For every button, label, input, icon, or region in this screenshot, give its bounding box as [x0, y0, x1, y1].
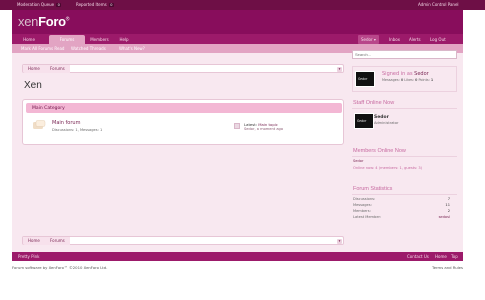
reported-items-link[interactable]: Reported Items 0 — [76, 2, 114, 7]
home-link[interactable]: Home — [435, 254, 447, 259]
logo-tm: ® — [65, 16, 70, 23]
avatar-text: Sedor — [358, 77, 368, 81]
admin-control-panel-link[interactable]: Admin Control Panel — [418, 2, 459, 7]
discussions-count: 1 — [75, 128, 78, 132]
breadcrumb-bottom: Home Forums ▾ — [22, 236, 344, 245]
logo-part2: Foro — [38, 14, 66, 29]
staff-avatar-text: Sedor — [357, 119, 367, 123]
search-input[interactable] — [352, 50, 457, 59]
chevron-down-icon: ▾ — [373, 37, 376, 42]
reported-items-label: Reported Items — [76, 2, 107, 7]
latest-time: a moment ago — [256, 127, 284, 131]
messages-label: Messages: — [79, 128, 99, 132]
logo-part1: xen — [18, 14, 39, 29]
moderation-queue-link[interactable]: Moderation Queue 0 — [17, 2, 62, 7]
signed-in-prefix: Signed in as — [382, 71, 413, 77]
breadcrumb-forums[interactable]: Forums — [45, 65, 70, 73]
reported-count-badge: 0 — [108, 3, 114, 7]
navbar: Home Forums Members Help Sedor ▾ Inbox A… — [12, 34, 463, 44]
user-points-label: Points: — [418, 78, 430, 82]
staff-avatar[interactable]: Sedor — [354, 113, 374, 129]
jump-menu-icon[interactable]: ▾ — [337, 238, 342, 244]
online-summary: Online now: 4 (members: 1, guests: 3) — [353, 166, 423, 170]
stat-value: 2 — [447, 209, 450, 213]
divider — [352, 108, 457, 109]
footer-bar: Pretty Pink Contact Us Home Top — [12, 252, 463, 261]
page-title: Xen — [24, 80, 42, 91]
signed-in-user-link[interactable]: Sedor — [414, 71, 429, 77]
avatar[interactable]: Sedor — [355, 71, 375, 87]
stat-label: Members: — [353, 209, 371, 213]
logo[interactable]: xenForo® — [18, 14, 69, 29]
members-online-title: Members Online Now — [353, 148, 406, 154]
stat-value: 7 — [447, 197, 450, 201]
divider — [352, 194, 457, 195]
breadcrumb-home[interactable]: Home — [23, 65, 45, 73]
tab-help[interactable]: Help — [114, 35, 134, 44]
tab-members[interactable]: Members — [85, 35, 114, 44]
moderation-queue-label: Moderation Queue — [17, 2, 55, 7]
category-header[interactable]: Main Category — [26, 103, 342, 113]
watched-threads-link[interactable]: Watched Threads — [71, 46, 106, 51]
forum-statistics-title: Forum Statistics — [353, 186, 393, 192]
tab-home[interactable]: Home — [16, 35, 42, 44]
signed-in-panel: Sedor Signed in as Sedor Messages: 0 Lik… — [352, 66, 457, 92]
breadcrumb: Home Forums ▾ — [22, 64, 344, 73]
breadcrumb-forums[interactable]: Forums — [45, 237, 70, 245]
divider — [352, 156, 457, 157]
header: xenForo® — [12, 10, 463, 34]
nav-user-name: Sedor — [361, 37, 373, 42]
nav-logout[interactable]: Log Out — [430, 35, 446, 44]
stat-label: Messages: — [353, 203, 372, 207]
top-link[interactable]: Top — [451, 254, 458, 259]
staff-role: Administrator — [374, 121, 399, 125]
style-chooser-link[interactable]: Pretty Pink — [18, 254, 39, 259]
latest-meta: Sedor, a moment ago — [244, 127, 284, 131]
copyright-footer: Forum software by XenForo™ ©2010 XenForo… — [12, 262, 463, 272]
admin-bar: Moderation Queue 0 Reported Items 0 Admin … — [0, 0, 485, 10]
staff-online-title: Staff Online Now — [353, 100, 395, 106]
signed-in-stats: Messages: 0 Likes: 0 Points: 1 — [382, 78, 433, 82]
stat-label: Discussions: — [353, 197, 376, 201]
online-member-link[interactable]: Sedor — [353, 159, 363, 163]
forum-title-link[interactable]: Main forum — [52, 120, 80, 126]
node-list: Main Category Main forum Discussions: 1,… — [22, 99, 344, 145]
staff-name-link[interactable]: Sedor — [374, 115, 389, 120]
forum-read-icon — [33, 120, 46, 129]
nav-user-menu[interactable]: Sedor ▾ — [358, 35, 379, 44]
forum-row: Main forum Discussions: 1, Messages: 1 L… — [26, 115, 342, 141]
user-points-count: 1 — [430, 78, 434, 82]
contact-us-link[interactable]: Contact Us — [407, 254, 429, 259]
nav-inbox[interactable]: Inbox — [389, 35, 400, 44]
tab-forums[interactable]: Forums — [49, 35, 85, 44]
latest-avatar-icon[interactable] — [234, 123, 240, 129]
stat-value: 11 — [445, 203, 450, 207]
category-title: Main Category — [32, 106, 65, 111]
terms-link[interactable]: Terms and Rules — [432, 265, 463, 270]
copyright-text[interactable]: Forum software by XenForo™ ©2010 XenForo… — [12, 265, 107, 270]
breadcrumb-home[interactable]: Home — [23, 237, 45, 245]
discussions-label: Discussions: — [52, 128, 75, 132]
user-messages-label: Messages: — [382, 78, 400, 82]
latest-user-link[interactable]: Sedor — [244, 127, 254, 131]
stat-label: Latest Member: — [353, 215, 382, 219]
signed-in-label: Signed in as Sedor — [382, 71, 429, 77]
user-likes-label: Likes: — [404, 78, 414, 82]
whats-new-link[interactable]: What's New? — [119, 46, 145, 51]
moderation-count-badge: 0 — [56, 3, 62, 7]
nav-alerts[interactable]: Alerts — [409, 35, 421, 44]
mark-all-read-link[interactable]: Mark All Forums Read — [21, 46, 64, 51]
forum-stats: Discussions: 1, Messages: 1 — [52, 128, 103, 132]
jump-menu-icon[interactable]: ▾ — [337, 66, 342, 72]
user-messages-count: 0 — [400, 78, 404, 82]
messages-count: 1 — [99, 128, 103, 132]
latest-member-link[interactable]: sedosl — [439, 215, 450, 219]
